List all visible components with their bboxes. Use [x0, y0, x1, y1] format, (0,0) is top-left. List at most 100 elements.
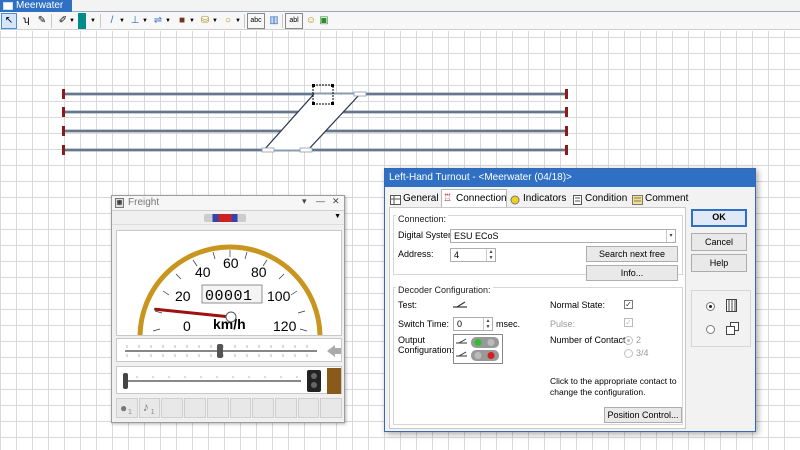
gauge-label-40: 40 — [195, 264, 211, 280]
switch-time-label: Switch Time: — [398, 319, 450, 329]
output-configuration-widget[interactable] — [453, 334, 503, 364]
locomotive-selector[interactable]: ▼ — [112, 211, 344, 225]
test-turnout-icon[interactable] — [453, 300, 467, 310]
speedometer: 0 20 40 60 80 100 120 00001 km/h — [116, 230, 342, 336]
tab-condition[interactable]: Condition — [571, 190, 629, 208]
condition-doc-icon — [572, 194, 583, 205]
msec-label: msec. — [496, 319, 521, 329]
turnout-properties-dialog[interactable]: Left-Hand Turnout - <Meerwater (04/18)> … — [384, 168, 756, 432]
output-configuration-label-2: Configuration: — [398, 345, 455, 355]
gauge-label-80: 80 — [251, 264, 267, 280]
connection-group-label: Connection: — [396, 214, 449, 224]
dropdown-icon[interactable]: ▾ — [302, 196, 307, 207]
function-button[interactable] — [274, 398, 297, 418]
lamp-icon: ● — [120, 401, 128, 415]
function-number: 1 — [150, 409, 155, 416]
list-view-icon — [726, 299, 737, 312]
gauge-label-100: 100 — [267, 288, 291, 304]
crossover[interactable] — [261, 91, 367, 153]
number-of-contacts-label: Number of Contacts: — [550, 335, 633, 345]
chevron-down-icon[interactable]: ▾ — [666, 230, 675, 242]
spinner-arrows-icon[interactable]: ▲ ▼ — [483, 318, 492, 330]
tab-label: Comment — [645, 193, 689, 204]
grid-icon — [390, 194, 401, 205]
address-label: Address: — [398, 249, 434, 259]
tab-label: General — [403, 193, 439, 204]
spinner-arrows-icon[interactable]: ▲ ▼ — [486, 249, 495, 261]
function-button-light[interactable]: ● 1 — [116, 398, 138, 418]
view-mode-group — [691, 290, 751, 347]
gauge-label-20: 20 — [175, 288, 191, 304]
speed-needle — [154, 307, 233, 319]
contacts-3-4-radio[interactable] — [624, 349, 633, 358]
digital-system-value: ESU ECoS — [454, 231, 499, 241]
contacts-2-label: 2 — [636, 335, 642, 345]
direction-arrow-icon[interactable] — [327, 345, 341, 357]
function-number: 1 — [128, 409, 132, 416]
hint-text-2: change the configuration. — [550, 387, 646, 397]
cancel-button[interactable]: Cancel — [691, 233, 747, 251]
tab-label: Indicators — [523, 193, 567, 204]
tab-general[interactable]: General — [389, 190, 439, 208]
normal-state-label: Normal State: — [550, 300, 606, 310]
speed-counter: 00001 — [205, 288, 253, 305]
info-button[interactable]: Info... — [586, 265, 678, 281]
contacts-3-4-label: 3/4 — [636, 348, 649, 358]
switch-time-value: 0 — [457, 319, 463, 329]
pulse-checkbox[interactable]: ✓ — [624, 318, 633, 327]
close-icon[interactable]: ✕ — [332, 196, 340, 207]
secondary-slider-thumb[interactable] — [123, 373, 128, 389]
function-button[interactable] — [184, 398, 206, 418]
position-control-button[interactable]: Position Control... — [604, 407, 682, 423]
decoder-group-label: Decoder Configuration: — [396, 285, 493, 295]
tab-indicators[interactable]: Indicators — [509, 190, 569, 208]
speedometer-dial: 0 20 40 60 80 100 120 00001 km/h — [137, 244, 323, 335]
search-next-free-button[interactable]: Search next free — [586, 246, 678, 262]
throttle-window-icon: ▦ — [115, 198, 124, 208]
throttle-titlebar[interactable]: ▦ Freight ▾ — ✕ — [112, 196, 344, 211]
function-button[interactable] — [252, 398, 274, 418]
window-view-icon — [726, 322, 739, 335]
indicator-light-icon — [510, 194, 521, 205]
view-mode-list-radio[interactable] — [706, 302, 715, 311]
function-buttons: ● 1 ♪ 1 — [116, 398, 343, 418]
tab-label: Condition — [585, 193, 628, 204]
switch-time-spinner[interactable]: 0 ▲ ▼ — [453, 317, 493, 331]
hint-text-1: Click to the appropriate contact to — [550, 376, 677, 386]
function-button-horn[interactable]: ♪ 1 — [138, 398, 161, 418]
function-button[interactable] — [229, 398, 252, 418]
gauge-label-0: 0 — [183, 318, 191, 334]
tab-comment[interactable]: Comment — [631, 190, 689, 208]
address-spinner[interactable]: 4 ▲ ▼ — [450, 248, 496, 262]
function-button[interactable] — [206, 398, 229, 418]
function-button[interactable] — [161, 398, 184, 418]
contacts-2-radio[interactable] — [624, 336, 633, 345]
pulse-label: Pulse: — [550, 319, 576, 329]
gauge-label-60: 60 — [223, 255, 239, 271]
minimize-icon[interactable]: — — [316, 196, 325, 206]
function-button[interactable] — [297, 398, 320, 418]
test-label: Test: — [398, 300, 418, 310]
chevron-down-icon[interactable]: ▼ — [334, 213, 341, 220]
speed-slider-row — [116, 338, 342, 362]
secondary-slider-row — [116, 366, 342, 394]
connection-panel: Connection: Digital System: ESU ECoS ▾ A… — [389, 207, 686, 429]
throttle-title: Freight — [128, 197, 160, 208]
help-button[interactable]: Help — [691, 254, 747, 272]
tab-label: Connection — [456, 193, 507, 204]
ok-button[interactable]: OK — [691, 209, 747, 227]
function-button[interactable] — [320, 398, 343, 418]
view-mode-window-radio[interactable] — [706, 325, 715, 334]
digital-system-select[interactable]: ESU ECoS ▾ — [450, 229, 676, 243]
normal-state-checkbox[interactable]: ✓ — [624, 300, 633, 309]
locomotive-image — [204, 214, 246, 222]
gauge-label-120: 120 — [273, 318, 297, 334]
dialog-title: Left-Hand Turnout - <Meerwater (04/18)> — [385, 169, 755, 187]
speed-slider-thumb[interactable] — [217, 344, 223, 358]
door-icon[interactable] — [327, 368, 341, 394]
throttle-window[interactable]: ▦ Freight ▾ — ✕ ▼ 0 20 40 60 80 100 120 … — [111, 195, 345, 423]
address-value: 4 — [454, 250, 460, 260]
tab-connection[interactable]: ♖ Connection — [441, 189, 507, 209]
needle-hub — [225, 311, 237, 323]
note-icon — [632, 194, 643, 205]
